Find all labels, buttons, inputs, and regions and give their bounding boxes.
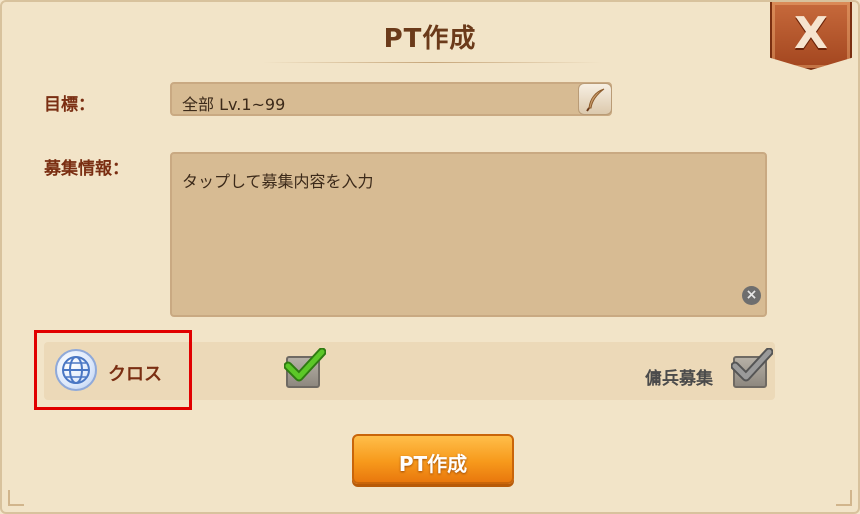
target-label: 目標： [44, 95, 95, 115]
feather-icon [586, 88, 605, 112]
recruit-info-input[interactable]: タップして募集内容を入力 × [170, 152, 767, 317]
close-icon: X [794, 8, 828, 59]
green-check-icon [284, 348, 326, 382]
gray-check-icon [731, 348, 773, 382]
dialog-title: PT作成 [383, 24, 477, 54]
target-field[interactable]: 全部 Lv.1~99 [170, 82, 612, 116]
pt-create-button[interactable]: PT作成 [352, 434, 514, 484]
recruit-info-placeholder: タップして募集内容を入力 [182, 172, 374, 191]
corner-ornament [836, 490, 852, 506]
close-button[interactable]: X [770, 2, 852, 70]
pt-create-dialog: PT作成 X 目標： 全部 Lv.1~99 募集情報： タップして募集内容を入力… [0, 0, 860, 514]
corner-ornament [8, 490, 24, 506]
edit-target-button[interactable] [578, 83, 612, 115]
info-label: 募集情報： [44, 159, 129, 179]
title-divider [262, 62, 602, 63]
clear-icon[interactable]: × [742, 286, 761, 305]
mercenary-label: 傭兵募集 [645, 369, 713, 389]
pt-create-button-label: PT作成 [398, 452, 468, 476]
target-value: 全部 Lv.1~99 [182, 95, 286, 114]
mercenary-checkbox[interactable] [731, 348, 773, 388]
cross-label: クロス [108, 364, 162, 385]
cross-checkbox[interactable] [284, 348, 326, 388]
globe-icon[interactable] [55, 349, 97, 391]
